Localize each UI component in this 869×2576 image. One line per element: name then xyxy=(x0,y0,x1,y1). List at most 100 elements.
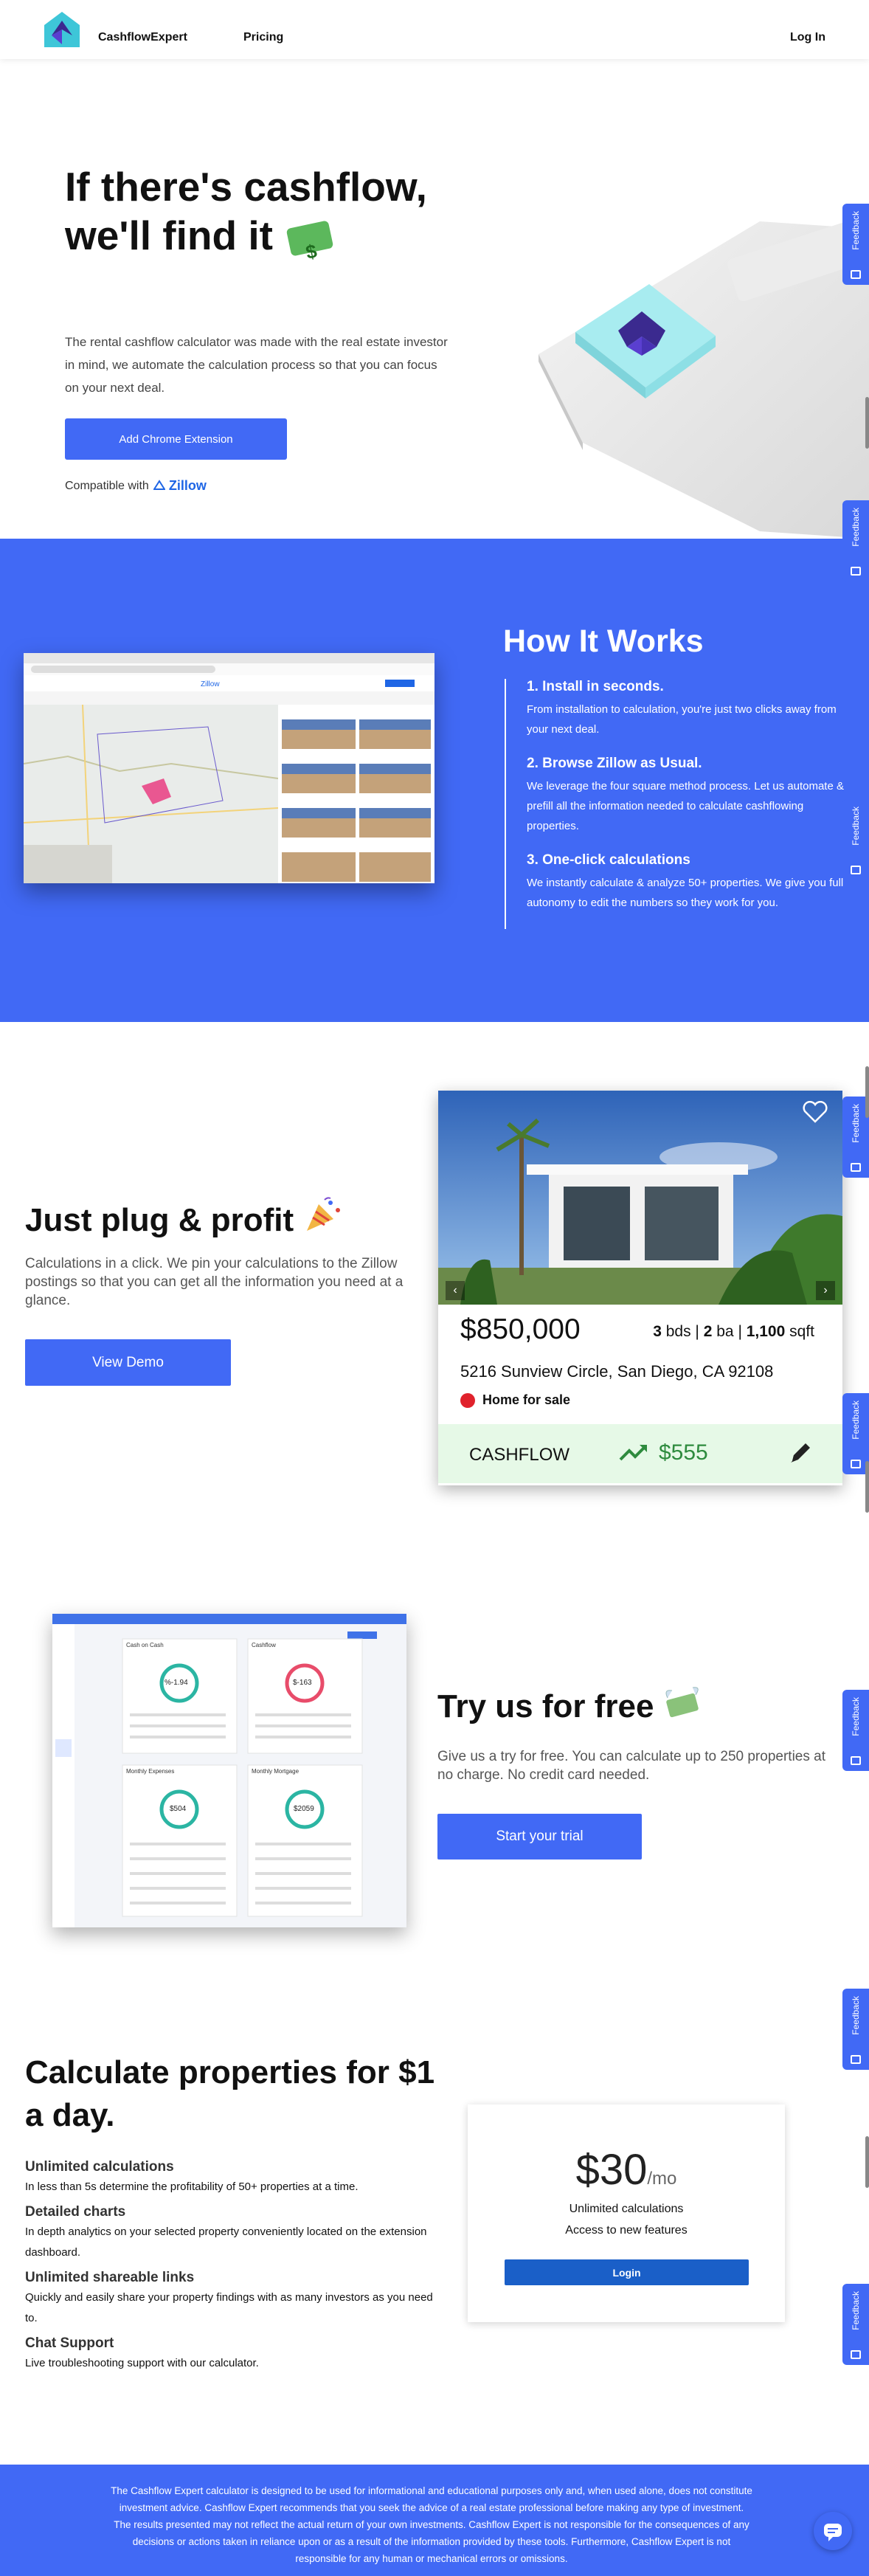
panel-value: $504 xyxy=(170,1805,187,1813)
hero-description: The rental cashflow calculator was made … xyxy=(65,335,448,395)
panel-value: $-163 xyxy=(293,1679,312,1687)
next-photo-icon[interactable]: › xyxy=(816,1281,835,1300)
zillow-logo: Zillow xyxy=(153,478,207,494)
hero-illustration xyxy=(539,218,869,539)
heart-icon[interactable] xyxy=(803,1101,828,1123)
login-button[interactable]: Login xyxy=(505,2259,749,2285)
feedback-icon xyxy=(851,567,861,576)
feature-body: In less than 5s determine the profitabil… xyxy=(25,2180,359,2193)
scroll-indicator[interactable] xyxy=(865,1461,869,1513)
panel-title: Monthly Mortgage xyxy=(252,1768,300,1775)
try-description: Give us a try for free. You can calculat… xyxy=(437,1749,825,1783)
cashflow-bar: CASHFLOW $555 xyxy=(438,1424,842,1483)
panel-title: Cash on Cash xyxy=(126,1642,164,1648)
price-feature-2: Access to new features xyxy=(565,2224,688,2237)
brand-name[interactable]: CashflowExpert xyxy=(98,31,187,44)
property-price: $850,000 xyxy=(460,1313,581,1345)
feedback-icon xyxy=(851,2350,861,2359)
step-title: 1. Install in seconds. xyxy=(527,679,664,694)
step-item: 1. Install in seconds. From installation… xyxy=(506,679,844,739)
feature-body: In depth analytics on your selected prop… xyxy=(25,2225,427,2259)
feedback-icon xyxy=(851,1756,861,1765)
zillow-icon xyxy=(153,480,166,490)
money-wings-icon xyxy=(665,1687,699,1718)
step-title: 3. One-click calculations xyxy=(527,852,690,868)
party-popper-icon xyxy=(307,1197,341,1231)
feature-title: Unlimited shareable links xyxy=(25,2270,195,2285)
plug-description: Calculations in a click. We pin your cal… xyxy=(25,1256,404,1308)
footer: The Cashflow Expert calculator is design… xyxy=(0,2465,869,2576)
logo-icon[interactable] xyxy=(43,10,81,49)
feature-body: Live troubleshooting support with our ca… xyxy=(25,2357,259,2369)
chat-icon xyxy=(824,2524,842,2541)
feature-item: Chat Support Live troubleshooting suppor… xyxy=(25,2334,438,2374)
panel-value: %-1.94 xyxy=(165,1679,188,1687)
footer-disclaimer: The Cashflow Expert calculator is design… xyxy=(111,2485,752,2564)
feedback-tab[interactable]: Feedback xyxy=(842,500,869,581)
compatible-with: Compatible with Zillow xyxy=(65,478,207,494)
panel-title: Cashflow xyxy=(252,1642,276,1648)
edit-pencil-icon[interactable] xyxy=(788,1439,814,1465)
nav-pricing-link[interactable]: Pricing xyxy=(243,31,283,44)
feedback-icon xyxy=(851,2055,861,2064)
feature-body: Quickly and easily share your property f… xyxy=(25,2291,433,2324)
dashboard-screenshot: Cash on Cash Cashflow Monthly Expenses M… xyxy=(52,1614,406,1927)
steps-list: 1. Install in seconds. From installation… xyxy=(505,679,844,929)
plug-title: Just plug & profit xyxy=(25,1195,342,1239)
pricing-title: Calculate properties for $1 a day. xyxy=(25,2054,435,2133)
feedback-tab[interactable]: Feedback xyxy=(842,204,869,285)
feedback-tab[interactable]: Feedback xyxy=(842,799,869,880)
try-title: Try us for free xyxy=(437,1686,702,1725)
features-list: Unlimited calculations In less than 5s d… xyxy=(25,2158,438,2379)
feature-item: Unlimited calculations In less than 5s d… xyxy=(25,2158,438,2197)
feature-title: Detailed charts xyxy=(25,2204,126,2220)
feedback-tab[interactable]: Feedback xyxy=(842,1989,869,2070)
property-specs: 3 bds | 2 ba | 1,100 sqft xyxy=(653,1323,814,1340)
property-status: Home for sale xyxy=(460,1392,570,1408)
cashflow-value: $555 xyxy=(619,1440,708,1465)
hero-title: If there's cashflow, we'll find it xyxy=(65,162,478,260)
money-icon xyxy=(285,220,334,258)
zillow-screenshot: Zillow xyxy=(24,653,434,883)
prev-photo-icon[interactable]: ‹ xyxy=(446,1281,465,1300)
feature-item: Detailed charts In depth analytics on yo… xyxy=(25,2203,438,2263)
chat-button[interactable] xyxy=(814,2512,852,2550)
price-period: /mo xyxy=(647,2169,677,2189)
cashflow-label: CASHFLOW xyxy=(469,1445,570,1465)
panel-value: $2059 xyxy=(294,1805,314,1813)
price-amount: $30/mo xyxy=(575,2146,677,2194)
scroll-indicator[interactable] xyxy=(865,2136,869,2188)
step-item: 3. One-click calculations We instantly c… xyxy=(506,852,844,913)
feedback-tab[interactable]: Feedback xyxy=(842,2284,869,2365)
property-photo: ‹ › xyxy=(438,1091,842,1305)
feature-title: Unlimited calculations xyxy=(25,2159,174,2175)
feedback-icon xyxy=(851,866,861,874)
status-dot-icon xyxy=(460,1392,475,1408)
how-it-works-section: Zillow How It Works 1. Install in second… xyxy=(0,539,869,1022)
step-body: From installation to calculation, you're… xyxy=(527,703,837,736)
hero-section: If there's cashflow, we'll find it The r… xyxy=(0,59,869,539)
nav-login-link[interactable]: Log In xyxy=(790,31,825,44)
feedback-icon xyxy=(851,270,861,279)
scroll-indicator[interactable] xyxy=(865,397,869,449)
pricing-card: $30/mo Unlimited calculations Access to … xyxy=(468,2104,785,2322)
feedback-icon xyxy=(851,1460,861,1468)
step-title: 2. Browse Zillow as Usual. xyxy=(527,756,702,771)
how-it-works-title: How It Works xyxy=(503,624,704,659)
add-chrome-extension-button[interactable]: Add Chrome Extension xyxy=(65,418,287,460)
start-trial-button[interactable]: Start your trial xyxy=(437,1814,642,1860)
feedback-icon xyxy=(851,1163,861,1172)
panel-title: Monthly Expenses xyxy=(126,1768,175,1775)
feedback-tab[interactable]: Feedback xyxy=(842,1690,869,1771)
feature-title: Chat Support xyxy=(25,2335,114,2351)
scroll-indicator[interactable] xyxy=(865,1066,869,1118)
step-item: 2. Browse Zillow as Usual. We leverage t… xyxy=(506,756,844,836)
svg-text:Zillow: Zillow xyxy=(201,680,220,688)
step-body: We instantly calculate & analyze 50+ pro… xyxy=(527,877,844,909)
view-demo-button[interactable]: View Demo xyxy=(25,1339,231,1386)
top-nav: CashflowExpert Pricing Log In xyxy=(0,0,869,59)
step-body: We leverage the four square method proce… xyxy=(527,780,844,832)
property-card[interactable]: ‹ › $850,000 3 bds | 2 ba | 1,100 sqft 5… xyxy=(438,1091,842,1485)
property-address: 5216 Sunview Circle, San Diego, CA 92108 xyxy=(460,1362,774,1381)
price-feature-1: Unlimited calculations xyxy=(569,2203,684,2215)
